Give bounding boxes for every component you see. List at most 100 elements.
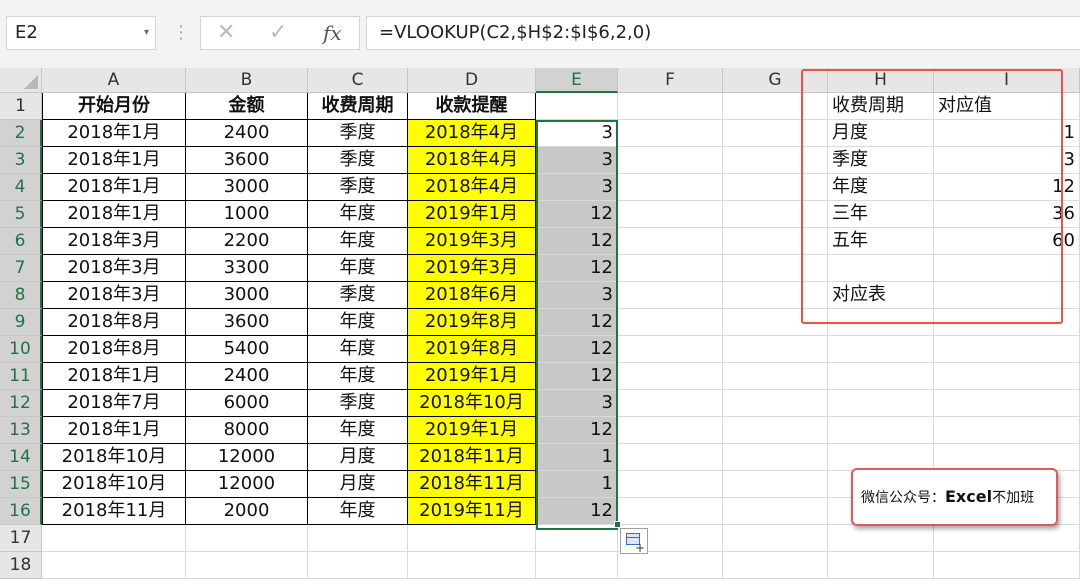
cell-b3[interactable]: 3600 (186, 147, 308, 174)
cell-f15[interactable] (618, 471, 723, 498)
cell-f2[interactable] (618, 120, 723, 147)
cell-a17[interactable] (42, 525, 186, 552)
cell-a14[interactable]: 2018年10月 (42, 444, 186, 471)
cell-d1[interactable]: 收款提醒 (408, 93, 536, 120)
cell-i5[interactable]: 36 (934, 201, 1080, 228)
cell-c13[interactable]: 年度 (308, 417, 408, 444)
row-header-15[interactable]: 15 (0, 471, 42, 498)
cell-c4[interactable]: 季度 (308, 174, 408, 201)
row-header-8[interactable]: 8 (0, 282, 42, 309)
cell-c18[interactable] (308, 552, 408, 579)
cell-d16[interactable]: 2019年11月 (408, 498, 536, 525)
cell-a13[interactable]: 2018年1月 (42, 417, 186, 444)
cell-a4[interactable]: 2018年1月 (42, 174, 186, 201)
cell-i3[interactable]: 3 (934, 147, 1080, 174)
cell-b1[interactable]: 金额 (186, 93, 308, 120)
cell-e14[interactable]: 1 (536, 444, 618, 471)
cell-g14[interactable] (723, 444, 828, 471)
cell-h17[interactable] (828, 525, 934, 552)
cell-i7[interactable] (934, 255, 1080, 282)
cell-e6[interactable]: 12 (536, 228, 618, 255)
cell-d10[interactable]: 2019年8月 (408, 336, 536, 363)
cell-b8[interactable]: 3000 (186, 282, 308, 309)
cell-h12[interactable] (828, 390, 934, 417)
column-header-a[interactable]: A (42, 68, 186, 93)
cell-d4[interactable]: 2018年4月 (408, 174, 536, 201)
cell-d12[interactable]: 2018年10月 (408, 390, 536, 417)
cell-h11[interactable] (828, 363, 934, 390)
row-header-4[interactable]: 4 (0, 174, 42, 201)
cell-c10[interactable]: 年度 (308, 336, 408, 363)
cell-c1[interactable]: 收费周期 (308, 93, 408, 120)
column-header-c[interactable]: C (308, 68, 408, 93)
cell-b5[interactable]: 1000 (186, 201, 308, 228)
cell-e1[interactable] (536, 93, 618, 120)
cell-f5[interactable] (618, 201, 723, 228)
cell-c8[interactable]: 季度 (308, 282, 408, 309)
cell-c5[interactable]: 年度 (308, 201, 408, 228)
row-header-2[interactable]: 2 (0, 120, 42, 147)
cell-h7[interactable] (828, 255, 934, 282)
cell-i8[interactable] (934, 282, 1080, 309)
cell-f4[interactable] (618, 174, 723, 201)
cell-d6[interactable]: 2019年3月 (408, 228, 536, 255)
cell-h14[interactable] (828, 444, 934, 471)
cell-f10[interactable] (618, 336, 723, 363)
cell-b15[interactable]: 12000 (186, 471, 308, 498)
cell-h3[interactable]: 季度 (828, 147, 934, 174)
cell-b11[interactable]: 2400 (186, 363, 308, 390)
cell-c16[interactable]: 年度 (308, 498, 408, 525)
cell-b13[interactable]: 8000 (186, 417, 308, 444)
cell-i1[interactable]: 对应值 (934, 93, 1080, 120)
cell-e18[interactable] (536, 552, 618, 579)
row-header-17[interactable]: 17 (0, 525, 42, 552)
row-header-7[interactable]: 7 (0, 255, 42, 282)
cell-e9[interactable]: 12 (536, 309, 618, 336)
cell-i6[interactable]: 60 (934, 228, 1080, 255)
cell-d18[interactable] (408, 552, 536, 579)
cell-g10[interactable] (723, 336, 828, 363)
cell-g8[interactable] (723, 282, 828, 309)
cell-d13[interactable]: 2019年1月 (408, 417, 536, 444)
cell-e7[interactable]: 12 (536, 255, 618, 282)
cell-h6[interactable]: 五年 (828, 228, 934, 255)
cell-b4[interactable]: 3000 (186, 174, 308, 201)
cell-i11[interactable] (934, 363, 1080, 390)
cell-e17[interactable] (536, 525, 618, 552)
cell-g15[interactable] (723, 471, 828, 498)
cell-h5[interactable]: 三年 (828, 201, 934, 228)
cell-e4[interactable]: 3 (536, 174, 618, 201)
cell-e3[interactable]: 3 (536, 147, 618, 174)
cell-f16[interactable] (618, 498, 723, 525)
cell-d5[interactable]: 2019年1月 (408, 201, 536, 228)
cancel-icon[interactable]: ✕ (217, 17, 235, 49)
cell-e15[interactable]: 1 (536, 471, 618, 498)
cell-f12[interactable] (618, 390, 723, 417)
cell-g9[interactable] (723, 309, 828, 336)
cell-b12[interactable]: 6000 (186, 390, 308, 417)
cell-a9[interactable]: 2018年8月 (42, 309, 186, 336)
cell-f7[interactable] (618, 255, 723, 282)
cell-e8[interactable]: 3 (536, 282, 618, 309)
cell-g12[interactable] (723, 390, 828, 417)
row-header-16[interactable]: 16 (0, 498, 42, 525)
row-header-3[interactable]: 3 (0, 147, 42, 174)
cell-a6[interactable]: 2018年3月 (42, 228, 186, 255)
cell-a1[interactable]: 开始月份 (42, 93, 186, 120)
cell-a15[interactable]: 2018年10月 (42, 471, 186, 498)
cell-f13[interactable] (618, 417, 723, 444)
cell-h1[interactable]: 收费周期 (828, 93, 934, 120)
cell-g3[interactable] (723, 147, 828, 174)
cell-g2[interactable] (723, 120, 828, 147)
cell-g18[interactable] (723, 552, 828, 579)
cell-f8[interactable] (618, 282, 723, 309)
cell-d2[interactable]: 2018年4月 (408, 120, 536, 147)
row-header-5[interactable]: 5 (0, 201, 42, 228)
column-header-f[interactable]: F (618, 68, 723, 93)
cell-c17[interactable] (308, 525, 408, 552)
cell-e12[interactable]: 3 (536, 390, 618, 417)
cell-b16[interactable]: 2000 (186, 498, 308, 525)
cell-c14[interactable]: 月度 (308, 444, 408, 471)
cell-h4[interactable]: 年度 (828, 174, 934, 201)
cell-c12[interactable]: 季度 (308, 390, 408, 417)
